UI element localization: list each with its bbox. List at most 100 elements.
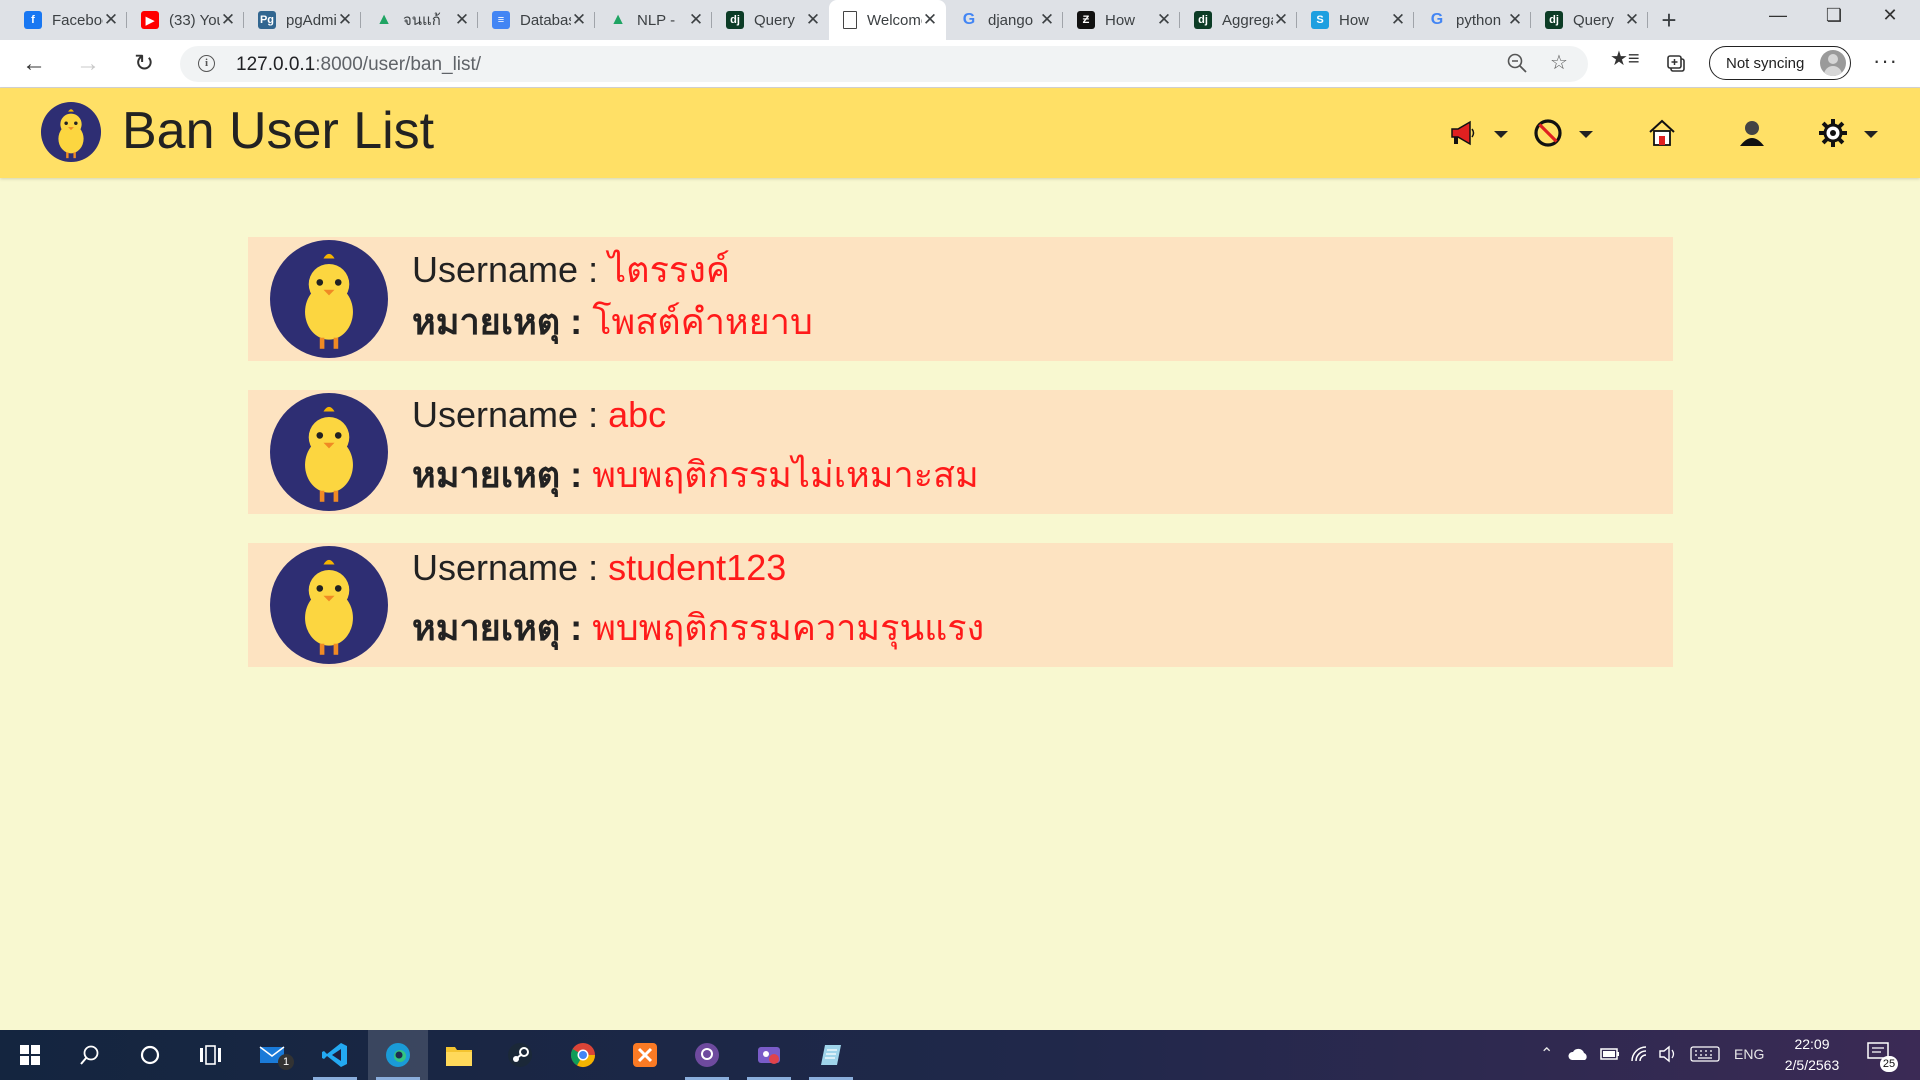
browser-tab[interactable]: Ƶ How ✕ (1063, 0, 1180, 40)
show-hidden-icons-icon[interactable]: ⌃ (1540, 1044, 1553, 1064)
tab-close-icon[interactable]: ✕ (688, 10, 704, 30)
tab-close-icon[interactable]: ✕ (1273, 10, 1289, 30)
clock[interactable]: 22:09 2/5/2563 (1770, 1034, 1854, 1076)
browser-tab[interactable]: ▶ (33) YouTube✕ (127, 0, 244, 40)
megaphone-dropdown-icon[interactable] (1494, 131, 1508, 138)
tab-close-icon[interactable]: ✕ (805, 10, 821, 30)
browser-tab[interactable]: Gpython ✕ (1414, 0, 1531, 40)
google-drive-icon: ▲ (610, 11, 626, 28)
tab-title: Query (754, 11, 795, 29)
url-text[interactable]: 127.0.0.1:8000/user/ban_list/ (236, 54, 481, 76)
user-icon[interactable] (1737, 118, 1767, 148)
task-view-icon[interactable] (180, 1030, 240, 1080)
volume-icon[interactable] (1658, 1045, 1678, 1063)
favorites-icon[interactable]: ★≡ (1610, 46, 1640, 71)
tab-title: Query (1573, 11, 1614, 29)
browser-tab[interactable]: Gdjango ✕ (946, 0, 1063, 40)
pgadmin-icon: Pg (258, 11, 276, 29)
browser-tab[interactable]: ≡ Database✕ (478, 0, 595, 40)
reason-value: พบพฤติกรรมไม่เหมาะสม (592, 454, 979, 495)
user-avatar-icon (270, 240, 388, 358)
tab-close-icon[interactable]: ✕ (1156, 10, 1172, 30)
facebook-icon: f (24, 11, 42, 29)
tab-title: จนแก้ (403, 12, 441, 29)
tab-title: Welcome (867, 11, 922, 29)
vscode-icon[interactable] (305, 1030, 365, 1080)
ban-icon[interactable] (1533, 118, 1563, 148)
clock-date: 2/5/2563 (1784, 1057, 1840, 1073)
collections-icon[interactable] (1666, 53, 1688, 75)
tab-close-icon[interactable]: ✕ (454, 10, 470, 30)
mail-icon[interactable]: 1 (244, 1030, 304, 1080)
home-icon[interactable] (1647, 118, 1677, 148)
new-tab-button[interactable]: + (1654, 0, 1684, 40)
megaphone-icon[interactable] (1448, 118, 1478, 148)
browser-tab[interactable]: S How ✕ (1297, 0, 1414, 40)
refresh-icon[interactable]: ↻ (128, 48, 160, 80)
zoom-icon[interactable] (1506, 52, 1528, 74)
reason-row: หมายเหตุ : โพสต์คำหยาบ (412, 293, 813, 350)
chick-logo-icon[interactable] (40, 101, 102, 163)
gear-icon[interactable] (1818, 118, 1848, 148)
start-windows-icon[interactable] (0, 1030, 60, 1080)
tab-title: How (1105, 11, 1136, 29)
tab-close-icon[interactable]: ✕ (922, 10, 938, 30)
tab-list: fFacebook✕▶(33) YouTube✕PgpgAdmin✕▲จนแก้… (10, 0, 1648, 40)
browser-tab[interactable]: ▲ NLP - ✕ (595, 0, 712, 40)
back-icon[interactable]: ← (18, 48, 50, 80)
url-path: :8000/user/ban_list/ (315, 54, 482, 75)
search-icon[interactable] (60, 1030, 120, 1080)
close-window-icon[interactable]: ✕ (1862, 0, 1918, 32)
reason-value: พบพฤติกรรมความรุนแรง (592, 607, 985, 648)
profile-sync-button[interactable]: Not syncing (1709, 46, 1851, 80)
steam-icon[interactable] (490, 1030, 550, 1080)
cortana-icon[interactable] (120, 1030, 180, 1080)
forward-icon[interactable]: → (72, 48, 104, 80)
onedrive-icon[interactable] (1568, 1046, 1590, 1062)
tab-close-icon[interactable]: ✕ (1624, 10, 1640, 30)
more-menu-icon[interactable]: ··· (1873, 48, 1898, 74)
browser-tab[interactable]: ▲ จนแก้ ✕ (361, 0, 478, 40)
settings-dropdown-icon[interactable] (1864, 131, 1878, 138)
input-language[interactable]: ENG (1734, 1046, 1764, 1062)
tab-title: Aggregation (1222, 11, 1273, 29)
url-input[interactable]: i 127.0.0.1:8000/user/ban_list/ ☆ (180, 46, 1588, 82)
minimize-icon[interactable]: — (1750, 0, 1806, 32)
favorite-star-icon[interactable]: ☆ (1550, 50, 1568, 75)
google-docs-icon: ≡ (492, 11, 510, 29)
action-center-icon[interactable]: 25 (1866, 1040, 1898, 1072)
wifi-icon[interactable] (1630, 1045, 1650, 1063)
tab-close-icon[interactable]: ✕ (1507, 10, 1523, 30)
page-icon (843, 11, 857, 29)
username-label: Username : (412, 394, 609, 435)
tab-close-icon[interactable]: ✕ (103, 10, 119, 30)
tab-close-icon[interactable]: ✕ (1390, 10, 1406, 30)
site-info-icon[interactable]: i (198, 55, 215, 72)
ban-dropdown-icon[interactable] (1579, 131, 1593, 138)
address-bar: ← → ↻ i 127.0.0.1:8000/user/ban_list/ ☆ … (0, 40, 1920, 88)
battery-icon[interactable] (1600, 1047, 1620, 1061)
snipping-tool-icon[interactable] (739, 1030, 799, 1080)
tab-title: pgAdmin (286, 11, 337, 29)
xampp-icon[interactable] (615, 1030, 675, 1080)
tab-title: Database (520, 11, 571, 29)
browser-tab[interactable]: Welcome✕ (829, 0, 946, 40)
edge-browser-icon[interactable] (368, 1030, 428, 1080)
tab-title: django (988, 11, 1034, 29)
github-desktop-icon[interactable] (677, 1030, 737, 1080)
tab-close-icon[interactable]: ✕ (337, 10, 353, 30)
browser-tab[interactable]: dj Query ✕ (712, 0, 829, 40)
browser-tab[interactable]: f Facebook✕ (10, 0, 127, 40)
username-row: Username : student123 (412, 547, 786, 589)
notepad-icon[interactable] (801, 1030, 861, 1080)
chrome-icon[interactable] (553, 1030, 613, 1080)
restore-icon[interactable]: ❏ (1806, 0, 1862, 32)
tab-close-icon[interactable]: ✕ (571, 10, 587, 30)
tab-close-icon[interactable]: ✕ (220, 10, 236, 30)
keyboard-icon[interactable] (1690, 1046, 1720, 1062)
file-explorer-icon[interactable] (429, 1030, 489, 1080)
browser-tab[interactable]: dj Aggregation✕ (1180, 0, 1297, 40)
browser-tab[interactable]: dj Query ✕ (1531, 0, 1648, 40)
browser-tab[interactable]: Pg pgAdmin✕ (244, 0, 361, 40)
tab-close-icon[interactable]: ✕ (1039, 10, 1055, 30)
